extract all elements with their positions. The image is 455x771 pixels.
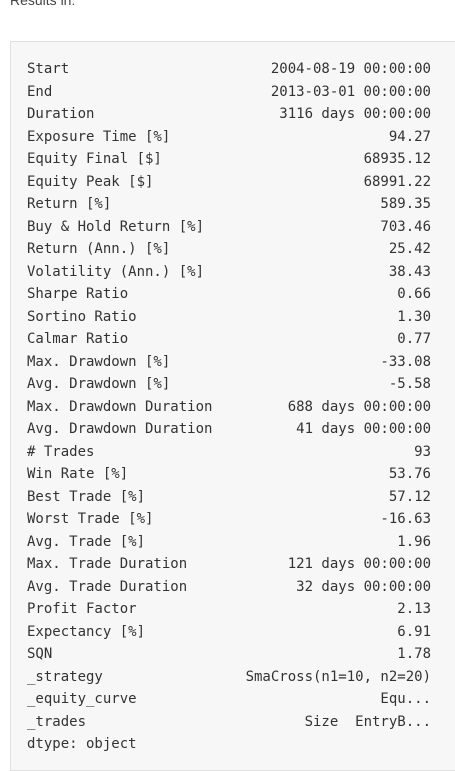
results-caption: Results in: (10, 0, 76, 8)
stat-value: 589.35 (380, 196, 431, 212)
stat-key: Return (Ann.) [%] (27, 241, 171, 257)
stat-row-strategy: _strategy SmaCross(n1=10, n2=20) (27, 666, 431, 689)
stat-key: Avg. Trade Duration (27, 578, 188, 595)
stat-row-trades: # Trades 93 (27, 441, 431, 464)
stat-key: _strategy (27, 668, 103, 685)
stat-row-start: Start 2004-08-19 00:00:00 (27, 58, 431, 81)
stat-row-avg-trade-duration: Avg. Trade Duration 32 days 00:00:00 (27, 576, 431, 599)
stat-value: 32 days 00:00:00 (296, 578, 431, 595)
stat-row-avg-drawdown: Avg. Drawdown [%] -5.58 (27, 373, 431, 396)
stat-key: _trades (27, 713, 87, 730)
stat-value: 6.91 (397, 623, 431, 640)
stat-key: # Trades (27, 443, 95, 460)
stat-value: 68991.22 (363, 173, 431, 190)
stat-key: Equity Final [$] (27, 151, 162, 167)
stat-row-max-drawdown: Max. Drawdown [%] -33.08 (27, 351, 431, 374)
stat-row-return-ann: Return (Ann.) [%] 25.42 (27, 238, 431, 261)
stat-value: 0.77 (397, 331, 431, 347)
stat-value: 41 days 00:00:00 (296, 421, 431, 437)
stat-row-equity-final: Equity Final [$] 68935.12 (27, 148, 431, 171)
stats-output: Start 2004-08-19 00:00:00 End 2013-03-01 0… (27, 58, 431, 756)
stat-key: Avg. Trade [%] (27, 533, 146, 550)
stat-row-sharpe-ratio: Sharpe Ratio 0.66 (27, 283, 431, 306)
stat-row-end: End 2013-03-01 00:00:00 (27, 81, 431, 104)
stat-row-equity-curve: _equity_curve Equ... (27, 688, 431, 711)
stat-value: -5.58 (388, 376, 431, 392)
stat-row-buy-hold-return: Buy & Hold Return [%] 703.46 (27, 216, 431, 239)
stat-value: 68935.12 (363, 151, 431, 167)
stat-value: 0.66 (397, 286, 431, 302)
stat-key: Buy & Hold Return [%] (27, 218, 205, 235)
stat-key: SQN (27, 646, 53, 662)
stat-key: Calmar Ratio (27, 331, 129, 347)
stat-key: Return [%] (27, 196, 112, 212)
stat-value: -16.63 (380, 511, 431, 527)
stat-row-sortino-ratio: Sortino Ratio 1.30 (27, 306, 431, 329)
stat-row-expectancy: Expectancy [%] 6.91 (27, 621, 431, 644)
stat-row-sqn: SQN 1.78 (27, 643, 431, 666)
stat-row-max-drawdown-duration: Max. Drawdown Duration 688 days 00:00:00 (27, 396, 431, 419)
stat-row-calmar-ratio: Calmar Ratio 0.77 (27, 328, 431, 351)
stat-key: Duration (27, 106, 95, 122)
stat-value: Size EntryB... (304, 713, 431, 730)
stat-row-volatility-ann: Volatility (Ann.) [%] 38.43 (27, 261, 431, 284)
stat-key: Best Trade [%] (27, 488, 146, 505)
stat-value: Equ... (380, 691, 431, 707)
stat-value: 3116 days 00:00:00 (279, 106, 431, 122)
stat-key: Volatility (Ann.) [%] (27, 263, 205, 280)
stat-value: 2004-08-19 00:00:00 (270, 61, 431, 77)
stat-value: 38.43 (388, 263, 431, 280)
stat-value: 57.12 (388, 488, 431, 505)
stat-value: 1.30 (397, 308, 431, 325)
stat-value: 2013-03-01 00:00:00 (270, 83, 431, 100)
stat-key: Equity Peak [$] (27, 173, 154, 190)
stat-key: Expectancy [%] (27, 623, 146, 640)
stat-value: 94.27 (388, 128, 431, 145)
stat-key: Worst Trade [%] (27, 511, 154, 527)
stat-value: 53.76 (388, 466, 431, 482)
stat-key: Profit Factor (27, 601, 137, 617)
stat-key: Max. Drawdown [%] (27, 353, 171, 370)
stat-row-avg-drawdown-duration: Avg. Drawdown Duration 41 days 00:00:00 (27, 418, 431, 441)
stat-value: 121 days 00:00:00 (287, 556, 431, 572)
stat-value: 688 days 00:00:00 (287, 398, 431, 415)
stat-row-max-trade-duration: Max. Trade Duration 121 days 00:00:00 (27, 553, 431, 576)
stat-value: 703.46 (380, 218, 431, 235)
stat-key: Sortino Ratio (27, 308, 137, 325)
dtype-line: dtype: object (27, 736, 137, 752)
stat-row-exposure-time: Exposure Time [%] 94.27 (27, 126, 431, 149)
stat-row-trades-frame: _trades Size EntryB... (27, 711, 431, 734)
stat-key: Max. Drawdown Duration (27, 398, 213, 415)
stat-key: Max. Trade Duration (27, 556, 188, 572)
stat-value: SmaCross(n1=10, n2=20) (245, 668, 431, 685)
stat-value: 93 (414, 443, 431, 460)
stat-row-win-rate: Win Rate [%] 53.76 (27, 463, 431, 486)
stat-key: Exposure Time [%] (27, 128, 171, 145)
stat-key: Avg. Drawdown [%] (27, 376, 171, 392)
stat-key: Win Rate [%] (27, 466, 129, 482)
stat-row-avg-trade: Avg. Trade [%] 1.96 (27, 531, 431, 554)
stat-row-equity-peak: Equity Peak [$] 68991.22 (27, 171, 431, 194)
stat-row-return: Return [%] 589.35 (27, 193, 431, 216)
stat-key: End (27, 83, 53, 100)
stat-key: Sharpe Ratio (27, 286, 129, 302)
stat-value: -33.08 (380, 353, 431, 370)
stat-key: Avg. Drawdown Duration (27, 421, 213, 437)
stat-value: 1.96 (397, 533, 431, 550)
stat-row-profit-factor: Profit Factor 2.13 (27, 598, 431, 621)
stat-value: 2.13 (397, 601, 431, 617)
stat-key: Start (27, 61, 70, 77)
stat-value: 25.42 (388, 241, 431, 257)
stat-row-duration: Duration 3116 days 00:00:00 (27, 103, 431, 126)
stat-row-best-trade: Best Trade [%] 57.12 (27, 486, 431, 509)
stat-key: _equity_curve (27, 691, 137, 707)
stat-value: 1.78 (397, 646, 431, 662)
stat-row-worst-trade: Worst Trade [%] -16.63 (27, 508, 431, 531)
